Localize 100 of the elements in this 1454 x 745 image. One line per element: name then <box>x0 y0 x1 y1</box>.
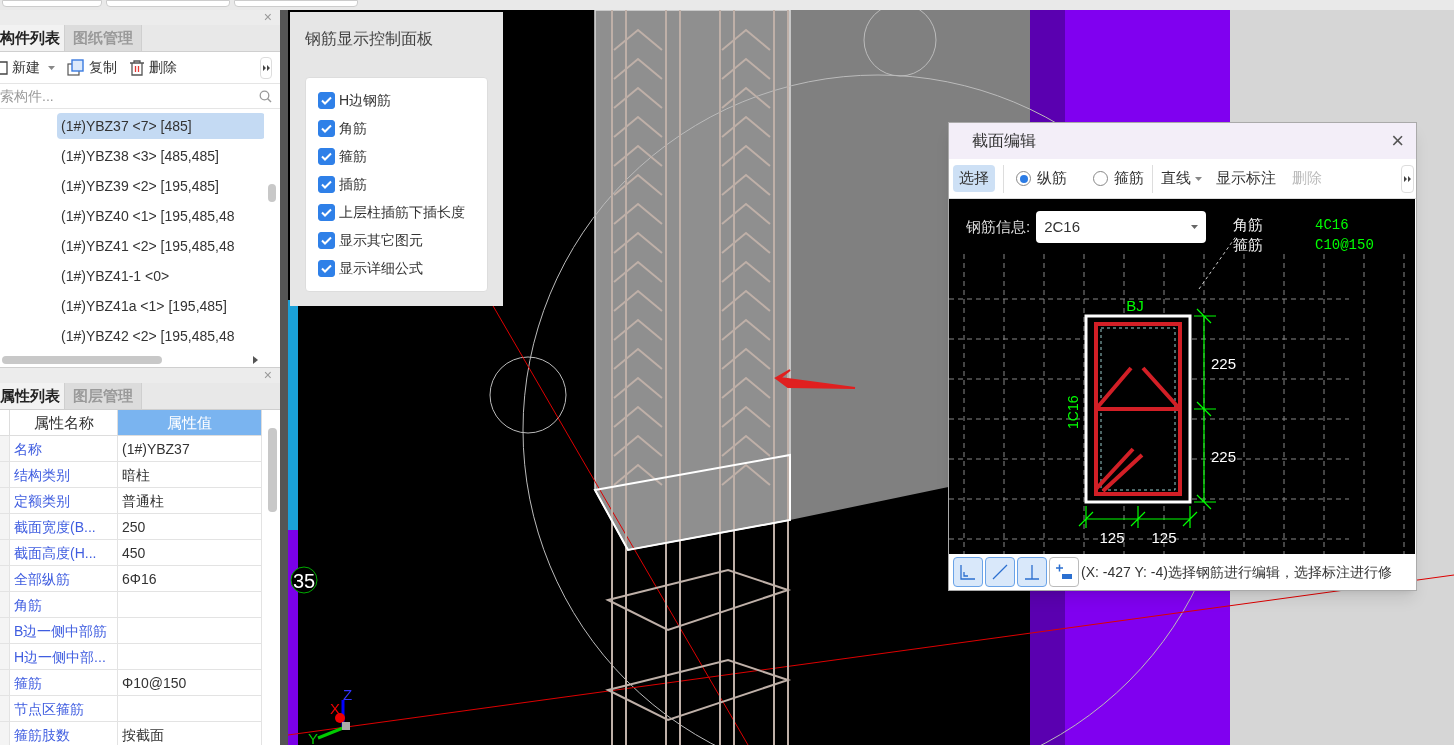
checkbox-label: 上层柱插筋下插长度 <box>339 203 465 222</box>
panel-tab[interactable]: 属性列表 <box>0 383 64 409</box>
caret-icon <box>1191 225 1199 229</box>
property-value-cell[interactable]: 普通柱 <box>118 488 262 514</box>
scrollbar-thumb[interactable] <box>268 184 276 202</box>
axis-label: Z <box>343 686 353 703</box>
search-field[interactable]: 索构件... <box>0 85 259 107</box>
scrollbar-thumb[interactable] <box>268 428 277 512</box>
caret-icon <box>1195 176 1202 181</box>
line-type-dropdown[interactable]: 直线 <box>1161 167 1202 190</box>
property-name-cell: 截面高度(H... <box>10 540 118 566</box>
legend-value: 4C16 <box>1315 216 1350 235</box>
snap-button[interactable] <box>985 557 1015 587</box>
diagonal-line-icon <box>990 562 1010 582</box>
tree-item[interactable]: (1#)YBZ41 <2> [195,485,48 <box>57 233 264 259</box>
legend-value: C10@150 <box>1315 236 1374 255</box>
property-name-cell: 角筋 <box>10 592 118 618</box>
property-name-cell: 节点区箍筋 <box>10 696 118 722</box>
copy-icon <box>67 58 85 77</box>
checkmark-icon <box>321 152 332 161</box>
scrollbar-thumb[interactable] <box>2 356 162 364</box>
dimension-label: 225 <box>1211 448 1237 465</box>
checkmark-icon <box>321 264 332 273</box>
toolbar-button[interactable]: 复制 <box>67 57 117 78</box>
property-name-cell: 全部纵筋 <box>10 566 118 592</box>
search-box[interactable]: 索构件... <box>0 84 280 109</box>
property-name-cell: B边一侧中部筋 <box>10 618 118 644</box>
radio-button[interactable]: 箍筋 <box>1093 167 1144 190</box>
property-value-cell[interactable] <box>118 618 262 644</box>
checkbox-label: H边钢筋 <box>339 91 392 110</box>
property-value-cell[interactable]: 450 <box>118 540 262 566</box>
snap-button[interactable] <box>1017 557 1047 587</box>
property-value-cell[interactable]: 按截面 <box>118 722 262 745</box>
dimension-label: 125 <box>1151 529 1177 546</box>
close-button[interactable]: × <box>1391 130 1404 152</box>
radio-button[interactable]: 纵筋 <box>1016 167 1067 190</box>
dimension-label: 125 <box>1099 529 1125 546</box>
trash-icon <box>129 58 145 77</box>
legend-name: 箍筋 <box>1233 235 1264 255</box>
checkbox[interactable] <box>318 148 335 165</box>
snap-button[interactable] <box>953 557 983 587</box>
marker-label: 35 <box>290 566 318 594</box>
checkmark-icon <box>321 180 332 189</box>
property-value-cell[interactable]: Φ10@150 <box>118 670 262 696</box>
property-value-cell[interactable]: 暗柱 <box>118 462 262 488</box>
dimension-label: BJ <box>1126 297 1144 314</box>
rebar-info-dropdown[interactable]: 2C16 <box>1036 211 1207 243</box>
axis-gizmo-drawing <box>317 700 350 740</box>
checkbox[interactable] <box>318 260 335 277</box>
property-name-cell: 截面宽度(B... <box>10 514 118 540</box>
property-value-cell[interactable]: 6Φ16 <box>118 566 262 592</box>
checkmark-icon <box>321 236 332 245</box>
checkbox[interactable] <box>318 176 335 193</box>
checkbox-label: 角筋 <box>339 119 367 138</box>
column-header[interactable]: 属性名称 <box>10 410 118 436</box>
status-text: (X: -427 Y: -4)选择钢筋进行编辑，选择标注进行修 <box>1081 562 1392 582</box>
toolbar-button[interactable]: 删除 <box>129 57 177 78</box>
panel-title: 钢筋显示控制面板 <box>305 29 434 49</box>
checkbox-label: 箍筋 <box>339 147 367 166</box>
more-button[interactable] <box>1401 164 1414 193</box>
property-value-cell[interactable]: 250 <box>118 514 262 540</box>
tree-item[interactable]: (1#)YBZ40 <1> [195,485,48 <box>57 203 264 229</box>
tree-item[interactable]: (1#)YBZ38 <3> [485,485] <box>57 143 264 169</box>
checkbox[interactable] <box>318 204 335 221</box>
add-label-button[interactable] <box>1049 557 1079 587</box>
show-labels-button[interactable]: 显示标注 <box>1216 167 1276 190</box>
tree-item[interactable]: (1#)YBZ41a <1> [195,485] <box>57 293 264 319</box>
plus-bar-icon <box>1054 562 1074 582</box>
panel-tab[interactable]: 构件列表 <box>0 25 64 51</box>
window-tab[interactable] <box>234 0 358 7</box>
legend-name: 角筋 <box>1233 215 1264 235</box>
checkbox[interactable] <box>318 120 335 137</box>
window-tab[interactable] <box>106 0 230 7</box>
property-value-cell[interactable] <box>118 592 262 618</box>
tree-item[interactable]: (1#)YBZ42 <2> [195,485,48 <box>57 323 264 349</box>
right-arrow-icon[interactable] <box>253 356 258 364</box>
property-name-cell: 箍筋 <box>10 670 118 696</box>
toolbar-button[interactable]: 新建 <box>0 57 55 78</box>
checkbox-label: 插筋 <box>339 175 367 194</box>
tree-item[interactable]: (1#)YBZ39 <2> [195,485] <box>57 173 264 199</box>
property-value-cell[interactable] <box>118 696 262 722</box>
checkmark-icon <box>321 124 332 133</box>
tree-item[interactable]: (1#)YBZ41-1 <0> <box>57 263 264 289</box>
more-button[interactable] <box>260 56 272 79</box>
dimension-label: 225 <box>1211 355 1237 372</box>
window-tab[interactable] <box>2 0 102 7</box>
perpendicular-icon <box>1022 562 1042 582</box>
property-value-cell[interactable]: (1#)YBZ37 <box>118 436 262 462</box>
property-name-cell: 结构类别 <box>10 462 118 488</box>
select-button[interactable]: 选择 <box>953 165 995 192</box>
property-name-cell: H边一侧中部... <box>10 644 118 670</box>
checkbox[interactable] <box>318 232 335 249</box>
rebar-info-label: 钢筋信息: <box>966 216 1031 237</box>
property-name-cell: 定额类别 <box>10 488 118 514</box>
property-value-cell[interactable] <box>118 644 262 670</box>
tree-item[interactable]: (1#)YBZ37 <7> [485] <box>57 113 264 139</box>
checkmark-icon <box>321 96 332 105</box>
checkbox[interactable] <box>318 92 335 109</box>
dimension-label: 1C16 <box>1065 395 1081 429</box>
axis-label: Y <box>308 730 318 745</box>
